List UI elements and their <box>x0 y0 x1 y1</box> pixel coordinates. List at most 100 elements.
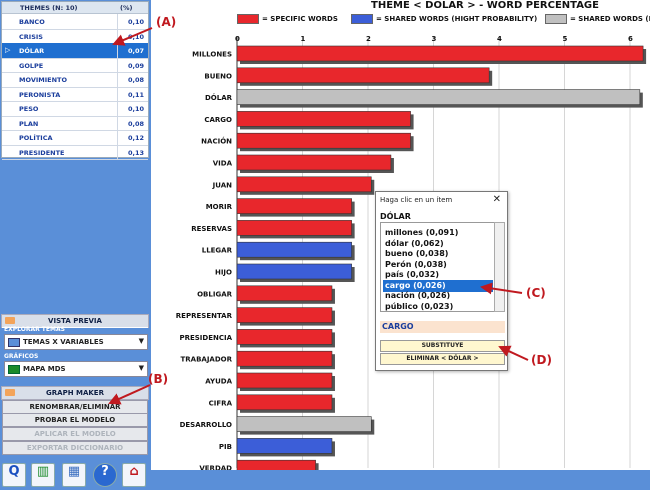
graficos-value: MAPA MDS <box>23 365 66 373</box>
eliminar-button[interactable]: ELIMINAR < DÓLAR > <box>380 353 505 365</box>
probar-modelo-button[interactable]: PROBAR EL MODELO <box>2 413 148 427</box>
category-label: PRESIDENCIA <box>179 334 232 342</box>
bar <box>236 263 352 280</box>
graficos-label: GRÁFICOS <box>4 353 39 360</box>
theme-percentage: 0,10 <box>127 105 144 113</box>
theme-name: DÓLAR <box>19 47 45 55</box>
substituye-button[interactable]: SUBSTITUYE <box>380 340 505 352</box>
bar <box>236 111 411 127</box>
item-picker-dialog: Haga clic en un ítem ✕ DÓLAR millones (0… <box>375 191 508 371</box>
category-label: MILLONES <box>192 51 232 59</box>
theme-row[interactable]: PRESIDENTE 0,13 <box>2 144 148 160</box>
theme-row[interactable]: PLAN 0,08 <box>2 115 148 131</box>
column-divider <box>117 57 118 72</box>
q-icon[interactable]: Q <box>2 463 26 487</box>
category-label: BUENO <box>204 72 232 80</box>
theme-row[interactable]: GOLPE 0,09 <box>2 57 148 73</box>
x-tick-label: 5 <box>563 35 568 43</box>
bar <box>236 67 490 84</box>
listbox-scrollbar[interactable] <box>494 222 505 312</box>
themes-header-name: THEMES (N: 10) <box>20 4 78 12</box>
replacement-field[interactable]: CARGO <box>380 321 505 333</box>
category-label: RESERVAS <box>191 225 232 233</box>
bar <box>236 350 333 367</box>
theme-name: PERONISTA <box>19 90 61 99</box>
theme-name: BANCO <box>19 18 45 26</box>
theme-percentage: 0,10 <box>127 18 144 26</box>
themes-table-header: THEMES (N: 10) (%) <box>2 2 148 14</box>
theme-name: PRESIDENTE <box>19 148 65 157</box>
theme-row[interactable]: MOVIMIENTO 0,08 <box>2 72 148 88</box>
chart-icon[interactable]: ▥ <box>31 463 55 487</box>
column-divider <box>117 43 118 58</box>
x-tick-label: 3 <box>432 35 437 43</box>
theme-row[interactable]: ▷ DÓLAR 0,07 <box>2 43 148 59</box>
graficos-select[interactable]: MAPA MDS ▼ <box>4 361 148 377</box>
theme-percentage: 0,13 <box>127 148 144 157</box>
bar <box>236 220 352 236</box>
category-label: DÓLAR <box>205 93 233 102</box>
aplicar-modelo-button[interactable]: APLICAR EL MODELO <box>2 427 148 441</box>
theme-percentage: 0,07 <box>127 47 144 55</box>
help-icon[interactable]: ? <box>93 463 117 487</box>
chevron-down-icon: ▼ <box>138 364 144 372</box>
category-label: HIJO <box>215 269 232 277</box>
theme-name: GOLPE <box>19 61 44 70</box>
theme-row[interactable]: CRISIS 0,10 <box>2 28 148 44</box>
category-label: CIFRA <box>209 399 233 407</box>
category-label: VIDA <box>213 160 233 168</box>
bar <box>236 241 352 258</box>
theme-percentage: 0,08 <box>127 119 144 128</box>
word-listbox[interactable]: millones (0,091) dólar (0,062) bueno (0,03… <box>380 222 495 312</box>
category-label: REPRESENTAR <box>176 312 233 320</box>
column-divider <box>117 14 118 29</box>
bar <box>236 198 352 214</box>
theme-row[interactable]: PESO 0,10 <box>2 101 148 117</box>
category-label: LLEGAR <box>202 247 233 255</box>
word-list-item[interactable]: público (0,023) <box>383 301 493 312</box>
theme-percentage: 0,09 <box>127 61 144 70</box>
table-icon <box>8 338 20 347</box>
annotation-a: (A) <box>156 15 177 29</box>
theme-row[interactable]: PERONISTA 0,11 <box>2 86 148 102</box>
row-pointer-icon: ▷ <box>5 46 11 54</box>
column-divider <box>117 101 118 116</box>
bar <box>236 307 333 323</box>
theme-percentage: 0,12 <box>127 134 144 142</box>
themes-table: THEMES (N: 10) (%) BANCO 0,10 CRISIS 0,10 ▷ D… <box>1 1 149 160</box>
bar <box>236 45 644 62</box>
theme-name: PESO <box>19 105 39 113</box>
theme-name: POLÍTICA <box>19 134 53 142</box>
theme-percentage: 0,08 <box>127 76 144 84</box>
category-label: OBLIGAR <box>197 290 233 298</box>
map-icon <box>8 365 20 374</box>
bar <box>236 132 411 149</box>
theme-percentage: 0,10 <box>127 32 144 41</box>
x-tick-label: 1 <box>301 35 306 43</box>
home-icon[interactable]: ⌂ <box>122 463 146 487</box>
dialog-title: Haga clic en un ítem <box>380 196 453 204</box>
category-label: MORIR <box>206 203 233 211</box>
explorar-temas-select[interactable]: TEMAS X VARIABLES ▼ <box>4 334 148 350</box>
column-divider <box>117 72 118 87</box>
theme-row[interactable]: BANCO 0,10 <box>2 14 148 30</box>
column-divider <box>117 144 118 159</box>
panel-tag-icon <box>5 389 15 396</box>
exportar-diccionario-button[interactable]: EXPORTAR DICCIONARIO <box>2 441 148 455</box>
explorar-temas-value: TEMAS X VARIABLES <box>23 338 104 346</box>
category-label: AYUDA <box>205 378 232 386</box>
theme-name: MOVIMIENTO <box>19 76 67 84</box>
bar <box>236 329 333 345</box>
renombrar-eliminar-button[interactable]: RENOMBRAR/ELIMINAR <box>2 400 148 414</box>
theme-name: PLAN <box>19 119 39 128</box>
theme-row[interactable]: POLÍTICA 0,12 <box>2 130 148 146</box>
panel-tag-icon <box>5 317 15 324</box>
column-divider <box>117 86 118 101</box>
explorar-temas-label: EXPLORAR TEMAS <box>4 326 65 333</box>
close-icon[interactable]: ✕ <box>493 194 501 205</box>
grid-icon[interactable]: ▦ <box>62 463 86 487</box>
bar <box>236 438 333 454</box>
themes-header-pct: (%) <box>120 4 133 12</box>
annotation-c: (C) <box>526 286 546 300</box>
category-label: CARGO <box>204 116 232 124</box>
